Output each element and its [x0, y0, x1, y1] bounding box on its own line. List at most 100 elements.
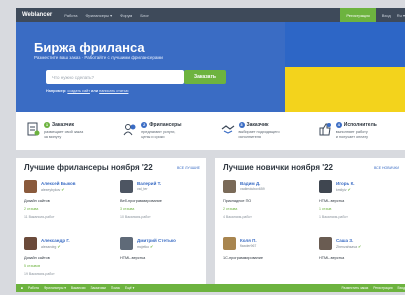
freelancer-card[interactable]: Алексей Быков alexeybykov ✔ Дизайн сайто…: [16, 174, 107, 230]
all-best-link[interactable]: ВСЕ ЛУЧШИЕ: [177, 166, 200, 170]
freelancer-name[interactable]: Александр Г.: [41, 238, 70, 243]
search-hint: Например: создать сайт или написать стат…: [46, 89, 128, 93]
bottom-bar: ■ Работа Фрилансеры ▾ Вакансии Заказчики…: [16, 284, 405, 292]
avatar[interactable]: [223, 180, 236, 193]
freelancer-card[interactable]: Валерий Т. val_ter Веб-программирование …: [112, 174, 203, 230]
flag-blue-stripe: [285, 22, 405, 67]
avatar[interactable]: [24, 237, 37, 250]
bottom-register[interactable]: Регистрация: [373, 286, 392, 290]
freelancer-login: kmilyiv ✔: [336, 187, 351, 192]
login-text: alexeybykov: [41, 188, 61, 192]
login-link[interactable]: Вход: [382, 13, 391, 18]
best-freelancers: Лучшие фрилансеры ноября '22 ВСЕ ЛУЧШИЕ …: [16, 158, 206, 284]
search-input[interactable]: Что нужно сделать?: [46, 70, 184, 84]
hint-or: или: [91, 89, 99, 93]
bottom-nav-search[interactable]: Поиск: [111, 286, 120, 290]
freelancer-name[interactable]: Коля П.: [240, 238, 257, 243]
login-text: flaxder967: [240, 244, 257, 248]
step-number: 4: [335, 122, 342, 129]
hint-link-article[interactable]: написать статью: [99, 89, 128, 93]
step-title: Заказчик: [246, 122, 269, 129]
hero-subtitle: Разместите ваш заказ · Работайте с лучши…: [34, 55, 163, 60]
verified-icon: ✔: [358, 244, 362, 249]
top-nav: Weblancer Работа Фрилансеры ▾ Форум Блог…: [16, 8, 405, 22]
avatar[interactable]: [319, 237, 332, 250]
step-text: размещает свой заказ за минуту: [44, 130, 84, 139]
freelancer-login: alexeybykov ✔: [41, 187, 65, 192]
freelancer-specialty: HTML-верстка: [319, 256, 345, 260]
freelancer-login: val_ter: [137, 187, 148, 191]
freelancer-name[interactable]: Алексей Быков: [41, 181, 76, 186]
freelancer-login: mcjetko ✔: [137, 244, 153, 249]
nav-forum[interactable]: Форум: [120, 13, 132, 18]
freelancer-card[interactable]: Саша З. Zhenzahsava ✔ HTML-верстка: [311, 231, 402, 287]
bottom-post-order[interactable]: Разместить заказ: [341, 286, 368, 290]
freelancer-card[interactable]: Коля П. flaxder967 1С-программирование: [215, 231, 306, 287]
freelancer-works: 1 Вакансия-работ: [319, 215, 348, 219]
step-title: Заказчик: [52, 122, 75, 129]
verified-icon: ✔: [61, 187, 65, 192]
freelancer-reviews[interactable]: 2 отзыва: [24, 207, 38, 211]
freelancer-name[interactable]: Валерий Т.: [137, 181, 161, 186]
freelancer-specialty: 1С-программирование: [223, 256, 263, 260]
bottom-right: Разместить заказ Регистрация Вход: [336, 286, 405, 290]
avatar[interactable]: [24, 180, 37, 193]
freelancer-works: 10 Вакансия-работ: [120, 215, 151, 219]
freelancer-reviews[interactable]: 3 отзыва: [120, 207, 134, 211]
freelancer-login: vadimdubov659: [240, 187, 265, 191]
nav-freelancers[interactable]: Фрилансеры ▾: [85, 13, 112, 18]
avatar[interactable]: [120, 180, 133, 193]
bottom-logo[interactable]: ■: [21, 286, 23, 290]
freelancer-works: 19 Вакансия-работ: [24, 272, 55, 276]
avatar[interactable]: [319, 180, 332, 193]
step-3: 3 Заказчик выбирает подходящего исполните…: [211, 122, 308, 140]
section-title: Лучшие фрилансеры ноября '22: [24, 163, 153, 172]
freelancer-specialty: HTML-верстка: [120, 256, 146, 260]
bottom-nav-vacancies[interactable]: Вакансии: [71, 286, 86, 290]
flag-yellow-stripe: [285, 67, 405, 112]
all-newbies-link[interactable]: ВСЕ НОВИЧКИ: [374, 166, 399, 170]
step-text: выполняет работу и получает оплату: [335, 130, 369, 139]
freelancer-name[interactable]: Вадим Д.: [240, 181, 260, 186]
freelancer-login: Zhenzahsava ✔: [336, 244, 361, 249]
verified-icon: ✔: [347, 187, 351, 192]
freelancer-card[interactable]: Александр Г. alexandrg ✔ Дизайн сайтов 5…: [16, 231, 107, 287]
login-text: val_ter: [137, 187, 148, 191]
freelancer-reviews[interactable]: 1 отзыв: [319, 207, 331, 211]
freelancer-works: 11 Вакансия-работ: [24, 215, 55, 219]
document-icon: [27, 122, 40, 136]
freelancer-name[interactable]: Дмитрий Стетько: [137, 238, 176, 243]
nav-blog[interactable]: Блог: [140, 13, 149, 18]
freelancer-card[interactable]: Вадим Д. vadimdubov659 Прикладное ПО 2 о…: [215, 174, 306, 230]
freelancer-reviews[interactable]: 2 отзыва: [223, 207, 237, 211]
handshake-icon: [221, 125, 234, 134]
bottom-nav-jobs[interactable]: Работа: [28, 286, 39, 290]
site-logo[interactable]: Weblancer: [22, 12, 52, 18]
freelancer-name[interactable]: Саша З.: [336, 238, 353, 243]
freelancer-card[interactable]: Игорь К. kmilyiv ✔ HTML-верстка 1 отзыв …: [311, 174, 402, 230]
thumbs-up-icon: [319, 123, 331, 136]
bottom-nav-more[interactable]: Ещё ▾: [125, 286, 134, 290]
nav-jobs[interactable]: Работа: [64, 13, 77, 18]
bottom-login[interactable]: Вход: [398, 286, 405, 290]
register-button[interactable]: Регистрация: [340, 8, 376, 22]
hint-link-site[interactable]: создать сайт: [67, 89, 90, 93]
bottom-nav-freelancers[interactable]: Фрилансеры ▾: [44, 286, 66, 290]
step-number: 1: [44, 122, 50, 129]
step-2: 2 Фрилансеры предлагают услуги, цены и ср…: [113, 122, 210, 140]
freelancer-reviews[interactable]: 5 отзывов: [24, 264, 40, 268]
freelancer-name[interactable]: Игорь К.: [336, 181, 355, 186]
freelancer-specialty: Дизайн сайтов: [24, 256, 50, 260]
nav-right: Регистрация Вход Ru ▾: [340, 8, 405, 22]
freelancer-card[interactable]: Дмитрий Стетько mcjetko ✔ HTML-верстка: [112, 231, 203, 287]
freelancer-specialty: Дизайн сайтов: [24, 199, 50, 203]
freelancer-works: 4 Вакансия-работ: [223, 215, 252, 219]
language-selector[interactable]: Ru ▾: [397, 13, 405, 18]
avatar[interactable]: [120, 237, 133, 250]
order-button[interactable]: Заказать: [184, 70, 226, 84]
step-title: Фрилансеры: [149, 122, 182, 129]
bottom-nav-clients[interactable]: Заказчики: [90, 286, 105, 290]
avatar[interactable]: [223, 237, 236, 250]
login-text: mcjetko: [137, 245, 150, 249]
hint-prefix: Например:: [46, 89, 67, 93]
